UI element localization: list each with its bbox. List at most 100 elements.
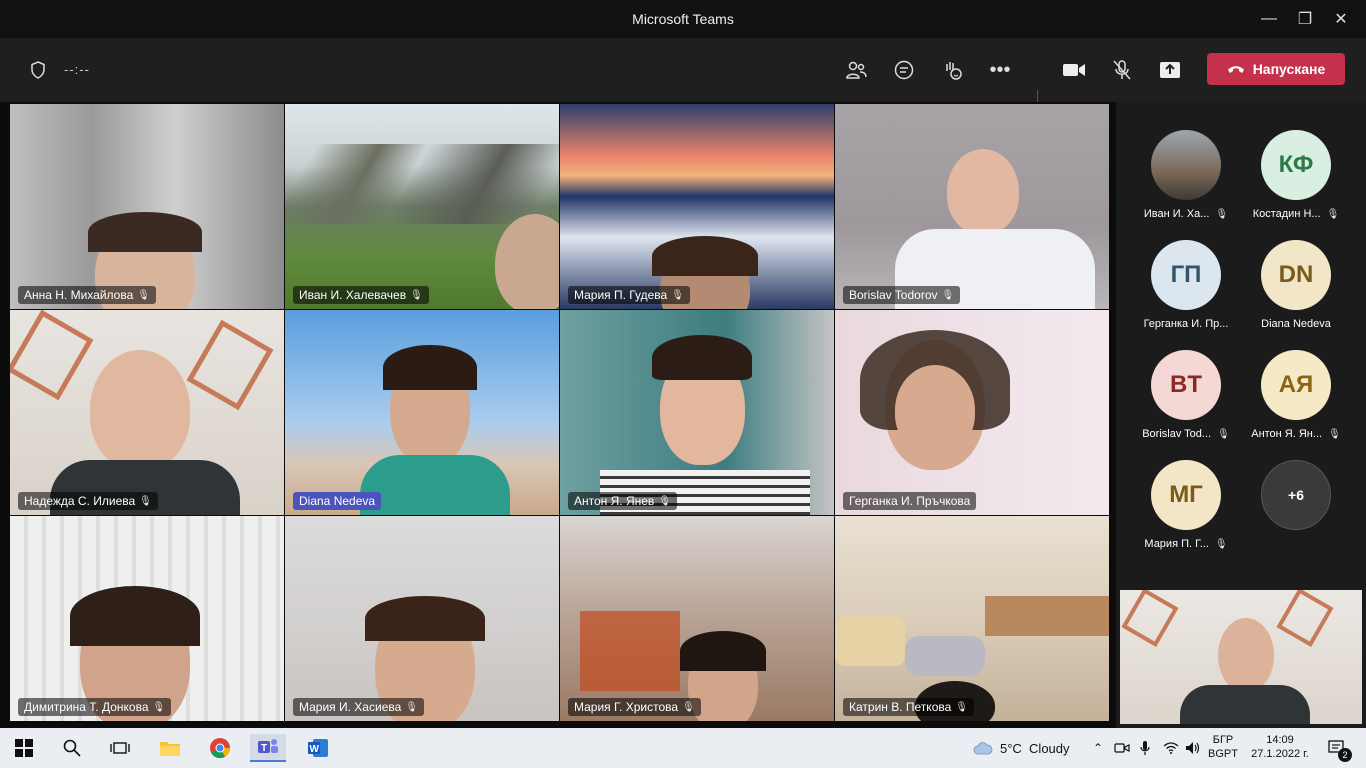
participant-name: Антон Я. Янев (574, 494, 655, 508)
leave-label: Напускане (1252, 61, 1326, 77)
title-bar: Microsoft Teams — ❐ ✕ (0, 0, 1366, 38)
weather-icon[interactable] (970, 734, 996, 762)
mic-muted-icon: 🎙︎ (405, 701, 418, 713)
participant-name: Мария И. Хасиева (299, 700, 402, 714)
tile-label: Антон Я. Янев 🎙︎ (568, 492, 678, 510)
mic-muted-icon: 🎙︎ (1328, 428, 1341, 440)
participant-avatar[interactable]: DN Diana Nedeva (1241, 240, 1351, 350)
video-tile[interactable]: Diana Nedeva (285, 310, 559, 515)
volume-icon[interactable] (1182, 734, 1204, 762)
participant-name: Герганка И. Пръчкова (849, 494, 971, 508)
participant-name: Мария П. Гудева (574, 288, 668, 302)
participant-name: Borislav Todorov (849, 288, 938, 302)
task-view-icon[interactable] (102, 734, 138, 762)
tile-label: Мария Г. Христова 🎙︎ (568, 698, 701, 716)
video-tile[interactable]: Димитрина Т. Донкова 🎙︎ (10, 516, 284, 721)
tile-label: Герганка И. Пръчкова (843, 492, 977, 510)
close-button[interactable]: ✕ (1318, 0, 1364, 38)
svg-text:W: W (310, 744, 320, 755)
mic-muted-icon: 🎙︎ (682, 701, 695, 713)
avatar: ГП (1151, 240, 1221, 310)
camera-icon[interactable] (1056, 52, 1092, 88)
participant-name: Димитрина Т. Донкова (24, 700, 149, 714)
tile-label: Иван И. Халевачев 🎙︎ (293, 286, 429, 304)
avatar: АЯ (1261, 350, 1331, 420)
video-tile[interactable]: Антон Я. Янев 🎙︎ (560, 310, 834, 515)
participant-name: Надежда С. Илиева (24, 494, 136, 508)
tile-label: Надежда С. Илиева 🎙︎ (18, 492, 158, 510)
language-indicator[interactable]: БГР BGPT (1208, 733, 1238, 761)
participant-name: Diana Nedeva (1261, 318, 1331, 330)
clock[interactable]: 14:09 27.1.2022 г. (1246, 733, 1314, 761)
avatar (1151, 130, 1221, 200)
reactions-icon[interactable] (934, 52, 970, 88)
video-tile[interactable]: Мария Г. Христова 🎙︎ (560, 516, 834, 721)
chevron-up-icon[interactable]: ⌃ (1086, 734, 1110, 762)
share-icon[interactable] (1152, 52, 1188, 88)
teams-icon[interactable]: T (250, 734, 286, 762)
mic-muted-icon: 🎙︎ (1215, 208, 1229, 220)
participant-avatar[interactable]: Иван И. Ха... 🎙︎ (1131, 130, 1241, 240)
participant-name: Borislav Tod... (1142, 428, 1212, 440)
language-bottom: BGPT (1208, 748, 1238, 760)
mic-muted-icon: 🎙︎ (671, 289, 684, 301)
video-tile[interactable]: Герганка И. Пръчкова (835, 310, 1109, 515)
mic-muted-icon: 🎙︎ (410, 289, 423, 301)
participant-name: Антон Я. Ян... (1251, 428, 1323, 440)
chat-icon[interactable] (886, 52, 922, 88)
weather-text[interactable]: 5°C Cloudy (1000, 741, 1070, 756)
phone-icon (1227, 66, 1244, 73)
self-view[interactable] (1120, 590, 1362, 724)
mic-muted-icon: 🎙︎ (139, 495, 152, 507)
clock-time: 14:09 (1266, 734, 1294, 746)
participant-avatar[interactable]: АЯ Антон Я. Ян... 🎙︎ (1241, 350, 1351, 460)
mic-muted-icon: 🎙︎ (1217, 428, 1230, 440)
participant-avatar[interactable]: ГП Герганка И. Пр... (1131, 240, 1241, 350)
mic-muted-icon: 🎙︎ (152, 701, 166, 713)
meet-now-icon[interactable] (1110, 734, 1134, 762)
windows-start-icon[interactable] (6, 734, 42, 762)
tile-label: Анна Н. Михайлова 🎙︎ (18, 286, 156, 304)
participant-name: Иван И. Халевачев (299, 288, 407, 302)
mic-muted-icon: 🎙︎ (1326, 208, 1340, 220)
mic-muted-icon[interactable] (1104, 52, 1140, 88)
chrome-icon[interactable] (202, 734, 238, 762)
wifi-icon[interactable] (1160, 734, 1182, 762)
more-participants-button[interactable]: +6 (1241, 460, 1351, 570)
video-tile[interactable]: Надежда С. Илиева 🎙︎ (10, 310, 284, 515)
participant-name: Герганка И. Пр... (1143, 318, 1229, 330)
video-tile[interactable]: Borislav Todorov 🎙︎ (835, 104, 1109, 309)
video-tile[interactable]: Мария И. Хасиева 🎙︎ (285, 516, 559, 721)
participant-name: Катрин В. Петкова (849, 700, 952, 714)
file-explorer-icon[interactable] (152, 734, 188, 762)
avatar: КФ (1261, 130, 1331, 200)
participant-name: Анна Н. Михайлова (24, 288, 134, 302)
video-tile[interactable]: Мария П. Гудева 🎙︎ (560, 104, 834, 309)
participant-avatar[interactable]: МГ Мария П. Г... 🎙︎ (1131, 460, 1241, 570)
microphone-icon[interactable] (1134, 734, 1156, 762)
tile-label: Мария И. Хасиева 🎙︎ (293, 698, 424, 716)
participant-avatar[interactable]: КФ Костадин Н... 🎙︎ (1241, 130, 1351, 240)
notifications-icon[interactable]: 2 (1322, 734, 1352, 762)
video-tile[interactable]: Катрин В. Петкова 🎙︎ (835, 516, 1109, 721)
meeting-toolbar: --:-- ••• (0, 38, 1366, 122)
tile-label: Borislav Todorov 🎙︎ (843, 286, 961, 304)
tile-label: Димитрина Т. Донкова 🎙︎ (18, 698, 172, 716)
participant-avatar[interactable]: BT Borislav Tod... 🎙︎ (1131, 350, 1241, 460)
meeting-timer: --:-- (64, 62, 90, 77)
video-tile[interactable]: Иван И. Халевачев 🎙︎ (285, 104, 559, 309)
more-icon[interactable]: ••• (982, 52, 1018, 88)
video-grid: Анна Н. Михайлова 🎙︎ Иван И. Халевачев 🎙︎ … (0, 102, 1116, 728)
participants-icon[interactable] (838, 52, 874, 88)
mic-muted-icon: 🎙︎ (955, 701, 968, 713)
shield-icon[interactable] (20, 52, 56, 88)
participant-name: Костадин Н... (1252, 208, 1321, 220)
participant-name: Мария П. Г... (1144, 538, 1209, 550)
word-icon[interactable]: W (300, 734, 336, 762)
svg-text:T: T (261, 743, 267, 754)
leave-button[interactable]: Напускане (1207, 53, 1345, 85)
window-title: Microsoft Teams (632, 11, 734, 27)
search-icon[interactable] (54, 734, 90, 762)
tile-label: Мария П. Гудева 🎙︎ (568, 286, 690, 304)
video-tile[interactable]: Анна Н. Михайлова 🎙︎ (10, 104, 284, 309)
